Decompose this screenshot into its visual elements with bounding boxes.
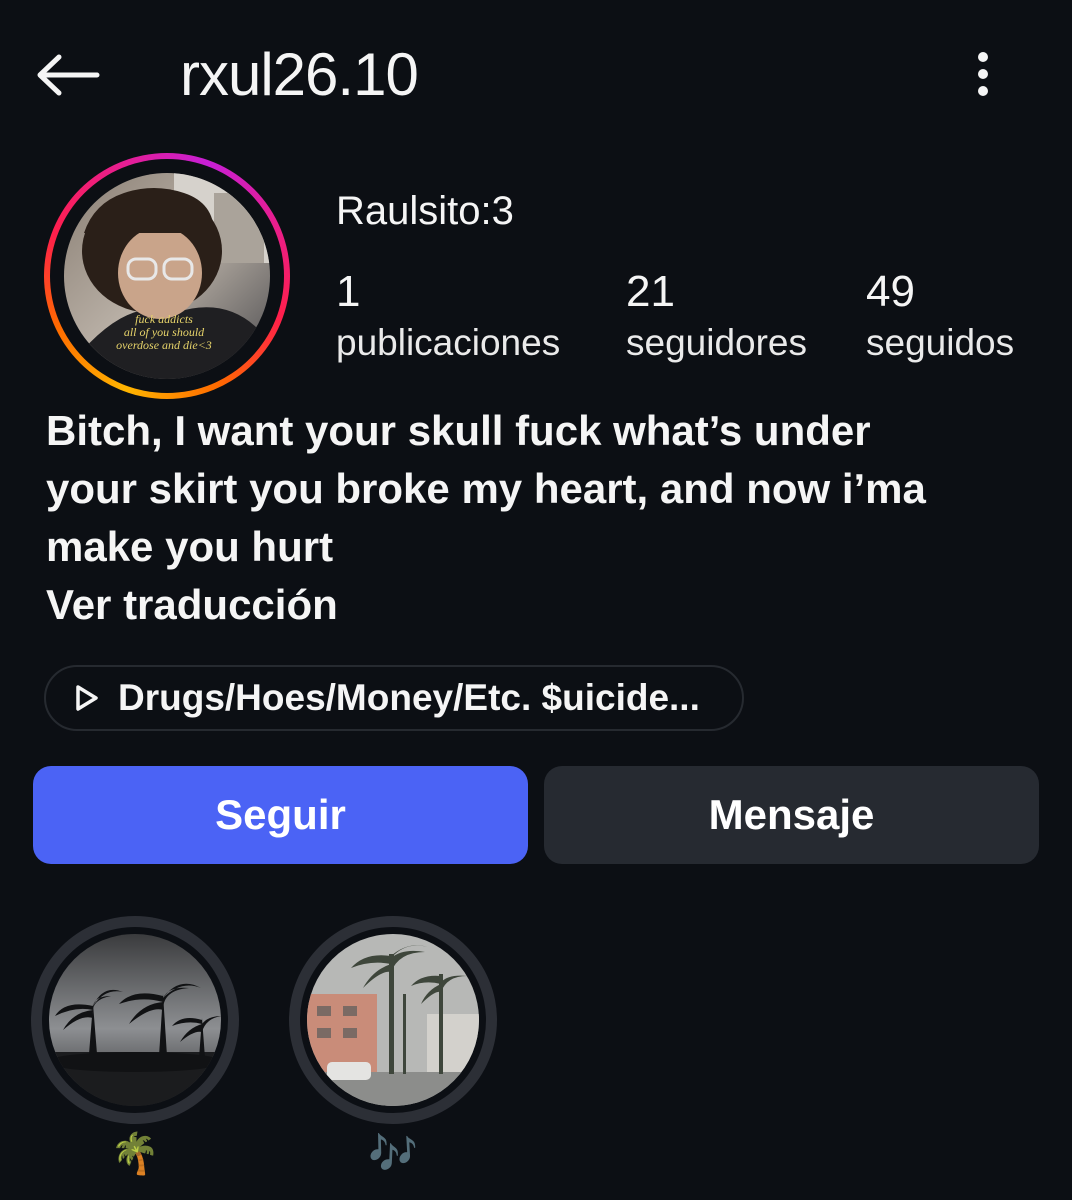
music-track-text: Drugs/Hoes/Money/Etc. $uicide... — [118, 677, 700, 718]
stat-posts[interactable]: 1 publicaciones — [336, 264, 560, 366]
follow-button[interactable]: Seguir — [33, 766, 528, 864]
profile-music-pill[interactable]: Drugs/Hoes/Money/Etc. $uicide... — [44, 665, 744, 731]
bio-text: Bitch, I want your skull fuck what’s und… — [46, 402, 1046, 576]
see-translation-link[interactable]: Ver traducción — [46, 576, 338, 634]
profile-username: rxul26.10 — [180, 41, 419, 108]
stat-posts-label: publicaciones — [336, 322, 561, 363]
stat-followers[interactable]: 21 seguidores — [626, 264, 807, 366]
stat-posts-count: 1 — [336, 267, 361, 316]
bio-line: your skirt you broke my heart, and now i… — [46, 465, 926, 512]
svg-text:all of you should: all of you should — [124, 325, 205, 339]
display-name: Raulsito:3 — [336, 189, 514, 233]
highlight-cover — [49, 934, 221, 1106]
svg-text:fuck addicts: fuck addicts — [135, 312, 193, 326]
story-highlight[interactable] — [31, 916, 239, 1124]
bio-line: make you hurt — [46, 523, 334, 570]
stat-following-count: 49 — [866, 267, 915, 316]
stat-followers-label: seguidores — [626, 322, 808, 363]
more-options-button[interactable] — [958, 44, 1008, 104]
bio-line: Bitch, I want your skull fuck what’s und… — [46, 407, 871, 454]
more-vertical-icon — [978, 52, 988, 96]
highlight-label: 🌴 — [110, 1132, 160, 1176]
avatar-story-ring[interactable]: fuck addicts all of you should overdose … — [44, 153, 290, 399]
message-button[interactable]: Mensaje — [544, 766, 1039, 864]
back-button[interactable] — [30, 42, 106, 108]
highlight-label: 🎶 — [368, 1132, 418, 1176]
highlight-cover — [307, 934, 479, 1106]
svg-text:overdose and die<3: overdose and die<3 — [116, 338, 212, 352]
avatar: fuck addicts all of you should overdose … — [64, 173, 270, 379]
stat-following-label: seguidos — [866, 322, 1015, 363]
stat-following[interactable]: 49 seguidos — [866, 264, 1014, 366]
play-outline-icon — [76, 685, 98, 711]
stat-followers-count: 21 — [626, 267, 675, 316]
arrow-left-icon — [37, 54, 100, 96]
story-highlight[interactable] — [289, 916, 497, 1124]
